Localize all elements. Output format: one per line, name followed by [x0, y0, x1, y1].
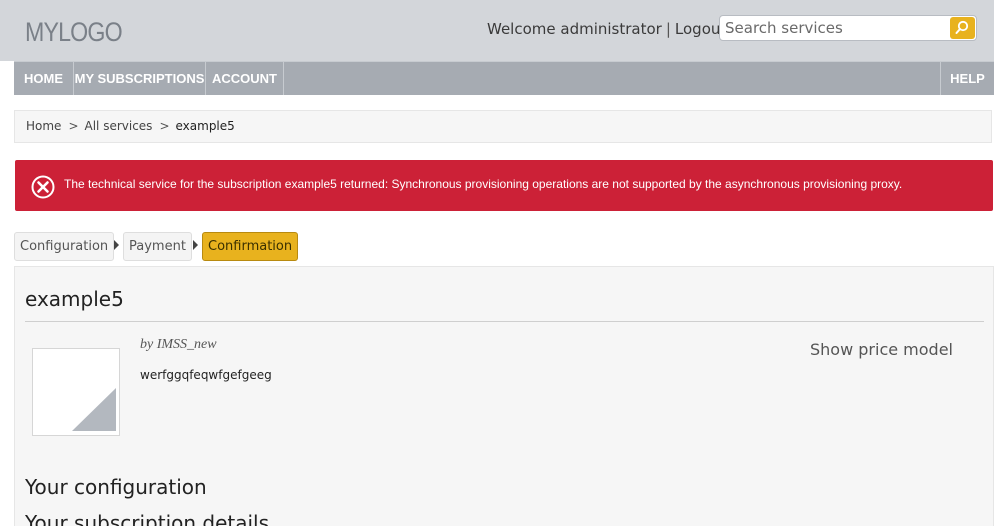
show-price-model-link[interactable]: Show price model [810, 340, 953, 359]
main-nav: HOME MY SUBSCRIPTIONS ACCOUNT HELP [14, 61, 994, 95]
logo[interactable]: MYLOGO [25, 17, 123, 48]
error-message: The technical service for the subscripti… [64, 177, 903, 191]
service-image [32, 348, 120, 436]
search-icon [955, 20, 969, 34]
divider [25, 321, 984, 322]
breadcrumb-home[interactable]: Home [26, 119, 61, 133]
search-box [719, 15, 977, 41]
welcome-separator: | [665, 20, 671, 38]
step-confirmation[interactable]: Confirmation [202, 232, 299, 261]
welcome-text: Welcome administrator [487, 20, 662, 38]
breadcrumb-current: example5 [175, 119, 235, 133]
step-arrow-icon [114, 240, 119, 250]
breadcrumb: Home > All services > example5 [14, 110, 992, 143]
search-button[interactable] [950, 17, 975, 39]
breadcrumb-separator: > [159, 119, 170, 133]
service-title: example5 [25, 287, 124, 311]
header: MYLOGO Welcome administrator | Logout [0, 0, 994, 61]
error-alert: The technical service for the subscripti… [15, 160, 993, 211]
step-payment[interactable]: Payment [123, 232, 192, 261]
service-provider: by IMSS_new [140, 337, 217, 352]
error-icon [31, 175, 55, 199]
breadcrumb-all-services[interactable]: All services [85, 119, 153, 133]
section-your-configuration: Your configuration [25, 475, 207, 499]
service-panel: example5 by IMSS_new werfggqfeqwfgefgeeg… [14, 266, 994, 526]
service-description: werfggqfeqwfgefgeeg [140, 368, 272, 382]
nav-help[interactable]: HELP [940, 62, 994, 95]
breadcrumb-separator: > [68, 119, 79, 133]
search-input[interactable] [725, 18, 947, 38]
section-your-subscription-details: Your subscription details [25, 511, 270, 526]
nav-account[interactable]: ACCOUNT [206, 62, 284, 95]
nav-my-subscriptions[interactable]: MY SUBSCRIPTIONS [74, 62, 206, 95]
image-placeholder-icon [72, 388, 116, 431]
step-arrow-icon [193, 240, 198, 250]
user-area: Welcome administrator | Logout [487, 20, 726, 38]
step-configuration[interactable]: Configuration [14, 232, 115, 261]
nav-home[interactable]: HOME [14, 62, 74, 95]
